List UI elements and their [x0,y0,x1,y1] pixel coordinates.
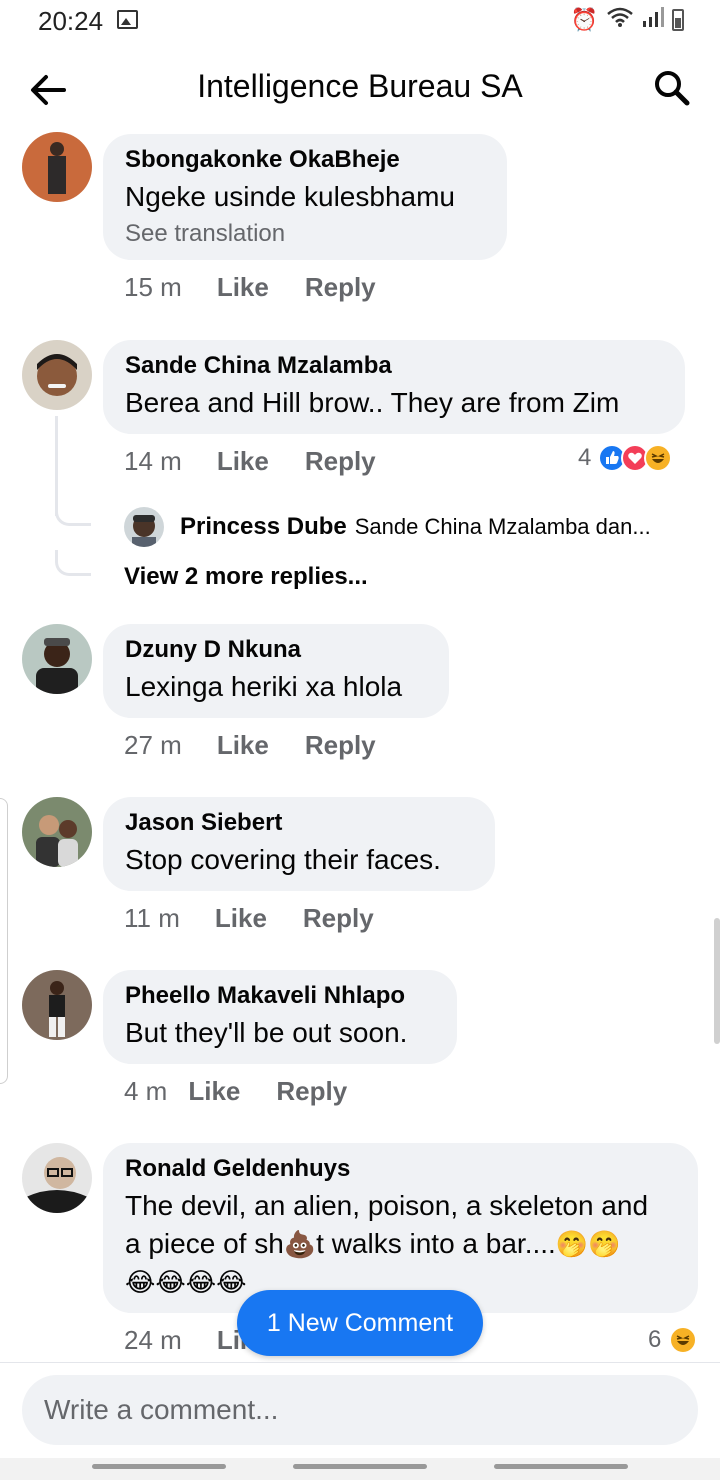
comment-bubble: Jason Siebert Stop covering their faces. [103,797,495,891]
like-button[interactable]: Like [215,903,267,934]
comment-text: Lexinga heriki xa hlola [125,671,403,702]
comment-time: 14 m [124,446,182,476]
comment-text: The devil, an alien, poison, a skeleton … [125,1187,676,1302]
comment-author[interactable]: Ronald Geldenhuys [125,1155,676,1183]
new-comment-button[interactable]: 1 New Comment [237,1290,483,1356]
battery-icon [672,9,684,31]
haha-reaction-icon [644,444,673,472]
like-button[interactable]: Like [217,272,269,303]
reply-button[interactable]: Reply [305,272,376,303]
comment-author[interactable]: Dzuny D Nkuna [125,636,427,664]
status-icons: ⏰ [571,6,684,34]
comment-time: 11 m [124,903,180,933]
comment-meta: 11 m Like Reply [124,903,374,934]
reaction-count: 6 [648,1326,662,1353]
recent-apps-button[interactable] [92,1464,226,1469]
home-button[interactable] [293,1464,427,1469]
wifi-icon [606,6,634,34]
avatar[interactable] [22,1143,92,1213]
poop-emoji: 💩 [283,1230,317,1260]
avatar[interactable] [22,797,92,867]
avatar[interactable] [22,624,92,694]
comment-text-fragment: t walks into a bar.... [316,1228,556,1259]
comment-time: 15 m [124,272,182,302]
like-button[interactable]: Like [217,446,269,477]
comment-meta: 27 m Like Reply [124,730,376,761]
back-button[interactable] [494,1464,628,1469]
comment-bubble: Pheello Makaveli Nhlapo But they'll be o… [103,970,457,1064]
comment-time: 4 m [124,1076,168,1106]
comment-time: 24 m [124,1325,182,1355]
reply-preview[interactable]: Princess Dube Sande China Mzalamba dan..… [124,506,714,548]
comment-author[interactable]: Sbongakonke OkaBheje [125,146,485,174]
comment-input[interactable]: Write a comment... [22,1375,698,1445]
scrollbar-thumb[interactable] [714,918,720,1044]
reply-author[interactable]: Princess Dube [180,513,347,541]
status-time: 20:24 [38,6,104,36]
comment-text-line: The devil, an alien, poison, a skeleton … [125,1190,649,1221]
reply-button[interactable]: Reply [303,903,374,934]
gallery-icon [117,10,138,29]
system-nav-bar [0,1458,720,1480]
comment-text: Ngeke usinde kulesbhamu [125,181,455,212]
hand-over-mouth-emoji: 🤭🤭 [555,1230,621,1260]
status-bar: 20:24 ⏰ [0,0,720,44]
comment-meta: 15 m Like Reply [124,272,376,303]
like-button[interactable]: Like [188,1076,240,1107]
comment-time: 27 m [124,730,182,760]
comment-bubble: Dzuny D Nkuna Lexinga heriki xa hlola [103,624,449,718]
comment-meta: 4 m Like Reply [124,1076,347,1107]
page-title: Intelligence Bureau SA [197,68,523,104]
reaction-summary[interactable]: 6 [648,1326,698,1354]
comment-text: Berea and Hill brow.. They are from Zim [125,387,620,418]
comment-text-fragment: a piece of sh [125,1228,284,1259]
comment-text-line: a piece of sh💩t walks into a bar....🤭🤭 [125,1225,676,1264]
avatar [124,507,164,547]
avatar[interactable] [22,970,92,1040]
comment-bubble: Sande China Mzalamba Berea and Hill brow… [103,340,685,434]
reaction-summary[interactable]: 4 [578,444,673,472]
comment-meta: 14 m Like Reply [124,446,376,477]
view-more-replies-link[interactable]: View 2 more replies... [124,563,368,591]
comment-author[interactable]: Pheello Makaveli Nhlapo [125,982,435,1010]
signal-icon [642,6,664,34]
reply-button[interactable]: Reply [305,446,376,477]
reaction-count: 4 [578,444,592,471]
comment-author[interactable]: Sande China Mzalamba [125,352,663,380]
comment-text: Stop covering their faces. [125,844,441,875]
reply-button[interactable]: Reply [276,1076,347,1107]
comment-bubble: Sbongakonke OkaBheje Ngeke usinde kulesb… [103,134,507,260]
comment-author[interactable]: Jason Siebert [125,809,473,837]
thread-branch [55,500,91,526]
alarm-icon: ⏰ [570,7,598,33]
see-translation-link[interactable]: See translation [125,220,485,248]
reply-snippet: Sande China Mzalamba dan... [354,514,651,539]
avatar[interactable] [22,340,92,410]
app-header: Intelligence Bureau SA [0,50,720,128]
thread-branch [55,550,91,576]
haha-reaction-icon [669,1326,698,1354]
reply-button[interactable]: Reply [305,730,376,761]
like-button[interactable]: Like [217,730,269,761]
avatar[interactable] [22,132,92,202]
comment-bubble: Ronald Geldenhuys The devil, an alien, p… [103,1143,698,1313]
comment-text: But they'll be out soon. [125,1017,408,1048]
scroll-edge [0,798,8,1084]
comment-composer: Write a comment... [0,1362,720,1458]
search-icon[interactable] [652,68,692,108]
